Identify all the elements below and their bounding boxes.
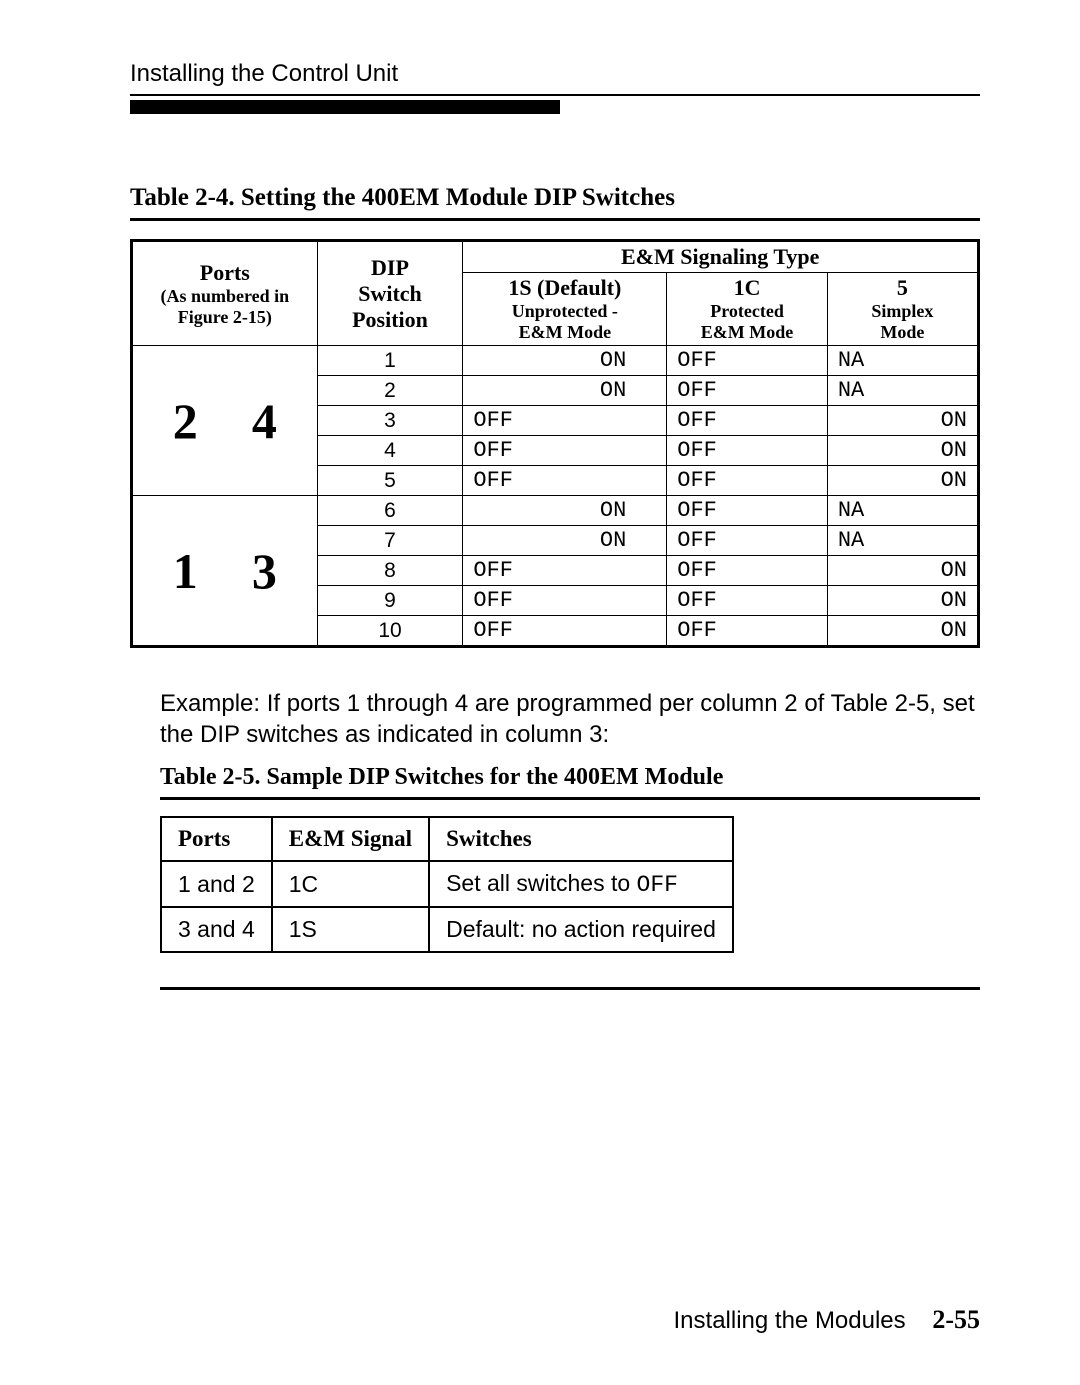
sig2-l3: E&M Mode xyxy=(677,322,817,343)
t25-r1c3: Set all switches to OFF xyxy=(429,861,733,907)
col-ports-sub2: Figure 2-15) xyxy=(143,307,307,328)
cell: OFF xyxy=(463,406,667,436)
cell: OFF xyxy=(667,556,828,586)
header-rule-thin xyxy=(130,94,980,96)
port-4: 4 xyxy=(228,392,302,450)
t25-r2c2: 1S xyxy=(272,907,429,952)
cell: ON xyxy=(827,586,978,616)
sig-header: E&M Signaling Type xyxy=(463,241,979,273)
switch-pos: 2 xyxy=(317,376,463,406)
sig3-l2: Simplex xyxy=(838,301,967,322)
col-dip-header: DIP Switch Position xyxy=(317,241,463,346)
col-ports-header: Ports (As numbered in Figure 2-15) xyxy=(132,241,318,346)
cell: ON xyxy=(827,466,978,496)
port-3: 3 xyxy=(228,542,302,600)
table-2-5-title: Table 2-5. Sample DIP Switches for the 4… xyxy=(160,764,980,791)
cell: ON xyxy=(463,376,667,406)
example-paragraph: Example: If ports 1 through 4 are progra… xyxy=(160,688,980,750)
switch-pos: 10 xyxy=(317,616,463,647)
switch-pos: 7 xyxy=(317,526,463,556)
switch-pos: 9 xyxy=(317,586,463,616)
cell: OFF xyxy=(667,526,828,556)
cell: ON xyxy=(827,616,978,647)
footer-label: Installing the Modules xyxy=(674,1307,906,1334)
table-2-5: Ports E&M Signal Switches 1 and 2 1C Set… xyxy=(160,816,734,953)
cell: OFF xyxy=(667,496,828,526)
t25-r1c1: 1 and 2 xyxy=(161,861,272,907)
col-ports-sub1: (As numbered in xyxy=(143,286,307,307)
running-header: Installing the Control Unit xyxy=(130,60,980,88)
sig1-header: 1S (Default) Unprotected - E&M Mode xyxy=(463,273,667,346)
t25-r2c3: Default: no action required xyxy=(429,907,733,952)
t25-r1c3-pre: Set all switches to xyxy=(446,870,636,896)
sig2-l1: 1C xyxy=(734,275,761,300)
t25-h2: E&M Signal xyxy=(272,817,429,861)
switch-pos: 6 xyxy=(317,496,463,526)
t25-r1c2: 1C xyxy=(272,861,429,907)
sig2-l2: Protected xyxy=(677,301,817,322)
cell: OFF xyxy=(463,556,667,586)
cell: ON xyxy=(827,406,978,436)
switch-pos: 1 xyxy=(317,346,463,376)
port-2: 2 xyxy=(148,392,222,450)
cell: ON xyxy=(463,496,667,526)
table-2-4: Ports (As numbered in Figure 2-15) DIP S… xyxy=(130,239,980,648)
sig1-l1: 1S (Default) xyxy=(508,275,621,300)
sig1-l3: E&M Mode xyxy=(473,322,656,343)
cell: ON xyxy=(463,346,667,376)
cell: NA xyxy=(827,496,978,526)
sig3-l1: 5 xyxy=(897,275,908,300)
switch-pos: 5 xyxy=(317,466,463,496)
switch-pos: 8 xyxy=(317,556,463,586)
cell: OFF xyxy=(667,466,828,496)
cell: OFF xyxy=(667,346,828,376)
footer-page: 2-55 xyxy=(932,1305,980,1334)
cell: OFF xyxy=(667,616,828,647)
switch-pos: 4 xyxy=(317,436,463,466)
col-ports-label: Ports xyxy=(200,260,250,285)
table-2-4-rule xyxy=(130,218,980,221)
port-1: 1 xyxy=(148,542,222,600)
cell: NA xyxy=(827,526,978,556)
sig2-header: 1C Protected E&M Mode xyxy=(667,273,828,346)
cell: OFF xyxy=(463,466,667,496)
sig3-header: 5 Simplex Mode xyxy=(827,273,978,346)
dip-l1: DIP xyxy=(371,255,409,280)
cell: ON xyxy=(827,436,978,466)
cell: OFF xyxy=(463,586,667,616)
switch-pos: 3 xyxy=(317,406,463,436)
page-footer: Installing the Modules 2-55 xyxy=(674,1305,980,1335)
cell: NA xyxy=(827,346,978,376)
t25-r1c3-code: OFF xyxy=(637,872,678,898)
ports-cell-group1: 2 4 xyxy=(132,346,318,496)
cell: NA xyxy=(827,376,978,406)
cell: ON xyxy=(463,526,667,556)
cell: OFF xyxy=(463,616,667,647)
cell: OFF xyxy=(667,406,828,436)
bottom-rule xyxy=(160,987,980,990)
t25-r2c1: 3 and 4 xyxy=(161,907,272,952)
cell: OFF xyxy=(463,436,667,466)
dip-l2: Switch xyxy=(358,281,422,306)
cell: OFF xyxy=(667,586,828,616)
header-bar xyxy=(130,100,560,114)
cell: OFF xyxy=(667,376,828,406)
sig3-l3: Mode xyxy=(838,322,967,343)
ports-cell-group2: 1 3 xyxy=(132,496,318,647)
t25-h3: Switches xyxy=(429,817,733,861)
cell: ON xyxy=(827,556,978,586)
table-2-5-rule xyxy=(160,797,980,800)
t25-h1: Ports xyxy=(161,817,272,861)
dip-l3: Position xyxy=(352,307,428,332)
cell: OFF xyxy=(667,436,828,466)
sig1-l2: Unprotected - xyxy=(473,301,656,322)
table-2-4-title: Table 2-4. Setting the 400EM Module DIP … xyxy=(130,184,980,212)
